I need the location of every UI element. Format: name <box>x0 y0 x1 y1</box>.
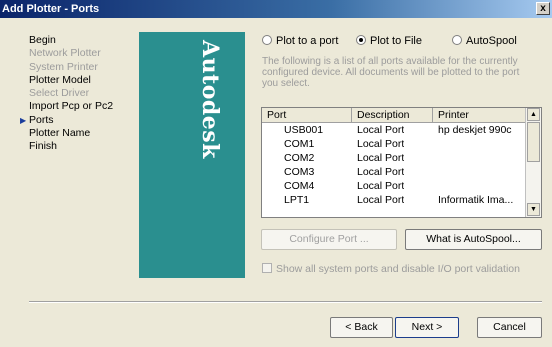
scrollbar-thumb[interactable] <box>527 122 540 162</box>
cell-port: COM4 <box>284 180 315 192</box>
step-label: Plotter Name <box>29 127 91 140</box>
port-description-text: The following is a list of all ports ava… <box>262 56 520 89</box>
step-system-printer: System Printer <box>29 61 139 74</box>
step-label: Ports <box>29 113 54 126</box>
radio-plot-to-port[interactable]: Plot to a port <box>262 34 338 48</box>
cell-port: LPT1 <box>284 194 310 206</box>
table-row[interactable]: LPT1 Local Port Informatik Ima... <box>262 193 526 207</box>
table-row[interactable]: COM4 Local Port <box>262 179 526 193</box>
column-header-printer[interactable]: Printer <box>433 108 528 122</box>
column-header-port[interactable]: Port <box>262 108 352 122</box>
step-network-plotter: Network Plotter <box>29 47 139 60</box>
cell-description: Local Port <box>357 152 405 164</box>
cell-description: Local Port <box>357 194 405 206</box>
table-row[interactable]: COM3 Local Port <box>262 165 526 179</box>
table-row[interactable]: COM2 Local Port <box>262 151 526 165</box>
current-step-arrow-icon: ▶ <box>20 115 27 125</box>
brand-panel: Autodesk <box>139 32 245 278</box>
step-label: Select Driver <box>29 87 90 100</box>
checkbox-label: Show all system ports and disable I/O po… <box>276 263 520 275</box>
port-list: Port Description Printer USB001 Local Po… <box>261 107 542 218</box>
step-plotter-model: Plotter Model <box>29 74 139 87</box>
autodesk-logo: Autodesk <box>197 40 223 159</box>
what-is-autospool-button[interactable]: What is AutoSpool... <box>405 229 542 250</box>
cell-description: Local Port <box>357 166 405 178</box>
wizard-steps: Begin Network Plotter System Printer Plo… <box>20 34 139 154</box>
radio-circle-icon <box>452 35 462 45</box>
radio-autospool[interactable]: AutoSpool <box>452 34 517 48</box>
window-title: Add Plotter - Ports <box>2 3 100 15</box>
step-label: Import Pcp or Pc2 <box>29 100 114 113</box>
table-row[interactable]: COM1 Local Port <box>262 137 526 151</box>
port-list-scrollbar[interactable]: ▲ ▼ <box>525 108 541 217</box>
title-bar: Add Plotter - Ports x <box>0 0 552 18</box>
cell-printer: Informatik Ima... <box>438 194 514 206</box>
cancel-button[interactable]: Cancel <box>477 317 542 338</box>
port-list-header: Port Description Printer <box>262 108 526 123</box>
show-all-ports-checkbox[interactable]: Show all system ports and disable I/O po… <box>262 263 520 275</box>
step-label: System Printer <box>29 60 98 73</box>
scroll-up-icon[interactable]: ▲ <box>527 108 540 121</box>
radio-label: AutoSpool <box>466 35 517 47</box>
radio-circle-icon <box>262 35 272 45</box>
step-label: Network Plotter <box>29 47 101 60</box>
step-label: Begin <box>29 34 56 46</box>
cell-port: COM1 <box>284 138 315 150</box>
step-plotter-name: Plotter Name <box>29 127 139 140</box>
radio-label: Plot to File <box>370 35 422 47</box>
cell-printer: hp deskjet 990c <box>438 124 512 136</box>
cell-description: Local Port <box>357 138 405 150</box>
table-row[interactable]: USB001 Local Port hp deskjet 990c <box>262 123 526 137</box>
port-list-rows: USB001 Local Port hp deskjet 990c COM1 L… <box>262 123 526 207</box>
cell-port: COM2 <box>284 152 315 164</box>
radio-label: Plot to a port <box>276 35 339 47</box>
cell-port: COM3 <box>284 166 315 178</box>
step-ports: ▶ Ports <box>20 113 139 127</box>
close-button[interactable]: x <box>536 2 550 15</box>
step-select-driver: Select Driver <box>29 87 139 100</box>
scroll-down-icon[interactable]: ▼ <box>527 203 540 216</box>
output-mode-radios: Plot to a port Plot to File AutoSpool <box>262 34 552 48</box>
step-import-pcp: Import Pcp or Pc2 <box>29 100 139 113</box>
checkbox-box-icon <box>262 263 272 273</box>
cell-description: Local Port <box>357 124 405 136</box>
footer-divider <box>29 301 542 303</box>
step-label: Plotter Model <box>29 73 91 86</box>
cell-port: USB001 <box>284 124 324 136</box>
step-begin: Begin <box>29 34 139 47</box>
configure-port-button[interactable]: Configure Port ... <box>261 229 397 250</box>
cell-description: Local Port <box>357 180 405 192</box>
back-button[interactable]: < Back <box>330 317 393 338</box>
step-finish: Finish <box>29 140 139 153</box>
column-header-description[interactable]: Description <box>352 108 433 122</box>
radio-selected-icon <box>356 35 366 45</box>
radio-plot-to-file[interactable]: Plot to File <box>356 34 422 48</box>
step-label: Finish <box>29 140 58 153</box>
next-button[interactable]: Next > <box>395 317 459 338</box>
